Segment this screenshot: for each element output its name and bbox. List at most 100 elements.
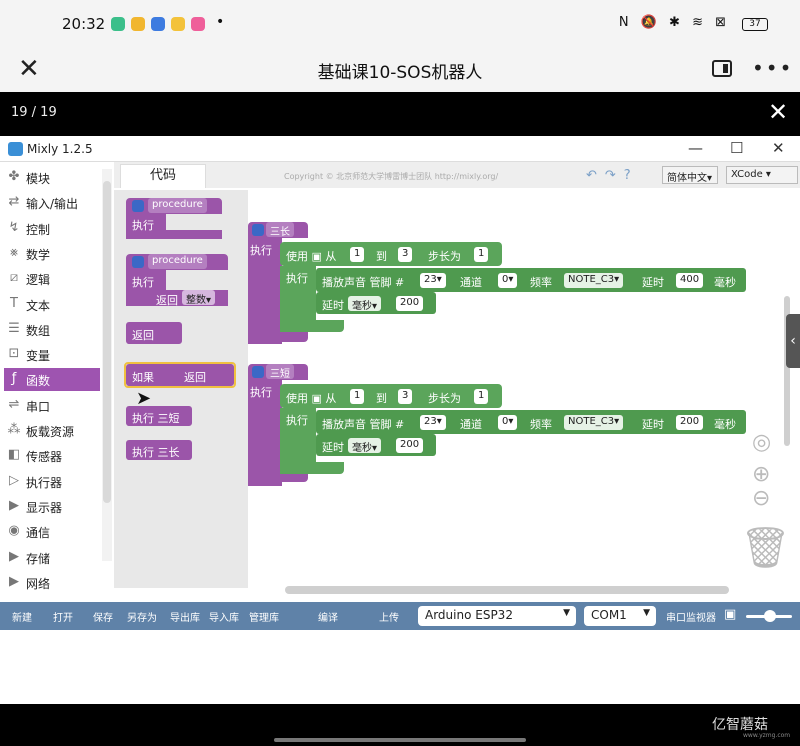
workspace[interactable]: 三长 执行 使用 ▣ 从 1 到 3 步长为 1 执行 播放声音 管脚 # 23… (248, 190, 800, 588)
workspace-horizontal-scrollbar[interactable] (285, 586, 729, 594)
save-as-button[interactable]: 另存为 (127, 609, 157, 624)
app-notification-icon (151, 17, 165, 31)
category-item[interactable]: ▶ 存储 (4, 546, 100, 569)
recenter-icon[interactable]: ◎ (752, 430, 771, 455)
loop-from-field[interactable]: 1 (350, 247, 365, 262)
upload-button[interactable]: 上传 (379, 609, 399, 624)
tone-pin-field[interactable]: 23▾ (420, 273, 446, 288)
minimize-button[interactable]: — (688, 139, 703, 157)
window-titlebar: Mixly 1.2.5 — ☐ ✕ (0, 136, 800, 162)
language-select[interactable]: 简体中文▾ (662, 166, 718, 184)
mouse-cursor-icon: ➤ (136, 388, 152, 409)
function-name-field[interactable]: 三短 (266, 364, 294, 380)
delay-unit-field[interactable]: 毫秒▾ (348, 438, 382, 454)
for-loop-foot[interactable] (280, 462, 344, 474)
new-button[interactable]: 新建 (12, 609, 32, 624)
save-button[interactable]: 保存 (93, 609, 113, 624)
gear-icon[interactable] (252, 366, 264, 378)
delay-unit-field[interactable]: 毫秒▾ (348, 296, 382, 312)
app-notification-icon (111, 17, 125, 31)
category-item[interactable]: ⇄ 输入/输出 (4, 191, 100, 214)
category-item[interactable]: ☰ 数组 (4, 318, 100, 341)
category-item[interactable]: ▶ 显示器 (4, 495, 100, 518)
compile-button[interactable]: 编译 (318, 609, 338, 624)
delay-value-field[interactable]: 200 (396, 296, 424, 311)
note-field[interactable]: NOTE_C3▾ (564, 273, 624, 288)
home-indicator[interactable] (274, 738, 526, 742)
category-item[interactable]: ✤ 模块 (4, 166, 100, 189)
category-label: 数学 (26, 247, 51, 262)
category-item[interactable]: ▷ 执行器 (4, 470, 100, 493)
port-select[interactable]: COM1 ▼ (584, 606, 656, 626)
serial-output-area (0, 630, 800, 704)
zoom-slider-knob[interactable] (764, 610, 776, 622)
category-label: 逻辑 (26, 273, 51, 288)
gear-icon[interactable] (252, 224, 264, 236)
tab-code[interactable]: 代码 (120, 164, 206, 188)
return-type-dropdown[interactable]: 整数▾ (182, 290, 216, 306)
export-lib-button[interactable]: 导出库 (170, 609, 200, 624)
delay-value-field[interactable]: 200 (396, 438, 424, 453)
exec-label: 执行 (250, 386, 272, 399)
procedure-name-field[interactable]: procedure (148, 198, 207, 213)
category-scrollbar[interactable] (102, 169, 112, 561)
trash-icon[interactable]: 🗑 (740, 524, 791, 571)
io-icon: ⇄ (8, 194, 20, 210)
serial-monitor-button[interactable]: 串口监视器 (666, 609, 716, 624)
loop-to-field[interactable]: 3 (398, 389, 413, 404)
list-icon: ☰ (8, 320, 20, 336)
loop-step-field[interactable]: 1 (474, 389, 489, 404)
loop-to-field[interactable]: 3 (398, 247, 413, 262)
maximize-button[interactable]: ☐ (730, 139, 743, 157)
category-item[interactable]: T 文本 (4, 293, 100, 316)
zoom-in-icon[interactable]: ⊕ (752, 462, 770, 487)
undo-redo-help-icons[interactable]: ↶↷? (586, 168, 639, 183)
actuator-icon: ▷ (9, 472, 19, 488)
procedure-name-field[interactable]: procedure (148, 254, 207, 269)
manage-lib-button[interactable]: 管理库 (249, 609, 279, 624)
category-label: 存储 (26, 551, 51, 566)
category-item[interactable]: ▶ 网络 (4, 571, 100, 594)
duration-field[interactable]: 200 (676, 415, 704, 430)
import-lib-button[interactable]: 导入库 (209, 609, 239, 624)
board-select[interactable]: Arduino ESP32 ▼ (418, 606, 576, 626)
category-item[interactable]: ◧ 传感器 (4, 444, 100, 467)
gear-icon[interactable] (132, 256, 144, 268)
bottom-toolbar: 新建 打开 保存 另存为 导出库 导入库 管理库 编译 上传 Arduino E… (0, 602, 800, 630)
theme-select[interactable]: XCode ▾ (726, 166, 798, 184)
category-item[interactable]: ⇌ 串口 (4, 394, 100, 417)
category-label: 控制 (26, 222, 51, 237)
zoom-out-icon[interactable]: ⊖ (752, 486, 770, 511)
category-item[interactable]: ◉ 通信 (4, 520, 100, 543)
more-icon[interactable]: ••• (752, 56, 793, 80)
chip-icon[interactable]: ▣ (724, 607, 736, 622)
function-name-field[interactable]: 三长 (266, 222, 294, 238)
return-label: 返回 (156, 294, 178, 307)
category-item[interactable]: ⁂ 板载资源 (4, 419, 100, 442)
watermark-logo: 亿智蘑菇 (712, 717, 768, 733)
note-field[interactable]: NOTE_C3▾ (564, 415, 624, 430)
channel-field[interactable]: 0▾ (498, 273, 518, 288)
tabs-icon[interactable] (712, 60, 732, 77)
loop-to-label: 到 (376, 392, 387, 405)
category-item[interactable]: ↯ 控制 (4, 217, 100, 240)
for-loop-foot[interactable] (280, 320, 344, 332)
loop-step-field[interactable]: 1 (474, 247, 489, 262)
side-panel-handle[interactable]: ‹ (786, 314, 800, 368)
category-item[interactable]: ⨳ 数学 (4, 242, 100, 265)
viewer-close-icon[interactable]: ✕ (768, 98, 788, 126)
gear-icon[interactable] (132, 200, 144, 212)
tone-pin-field[interactable]: 23▾ (420, 415, 446, 430)
freq-label: 频率 (530, 276, 552, 289)
category-item[interactable]: ƒ 函数 (4, 368, 100, 392)
duration-field[interactable]: 400 (676, 273, 704, 288)
channel-field[interactable]: 0▾ (498, 415, 518, 430)
open-button[interactable]: 打开 (53, 609, 73, 624)
category-item[interactable]: ⊡ 变量 (4, 343, 100, 366)
category-item[interactable]: ⧄ 逻辑 (4, 267, 100, 290)
loop-from-field[interactable]: 1 (350, 389, 365, 404)
window-close-button[interactable]: ✕ (772, 139, 785, 157)
scroll-thumb[interactable] (103, 181, 111, 503)
channel-label: 通道 (460, 418, 482, 431)
app-notification-icon (131, 17, 145, 31)
